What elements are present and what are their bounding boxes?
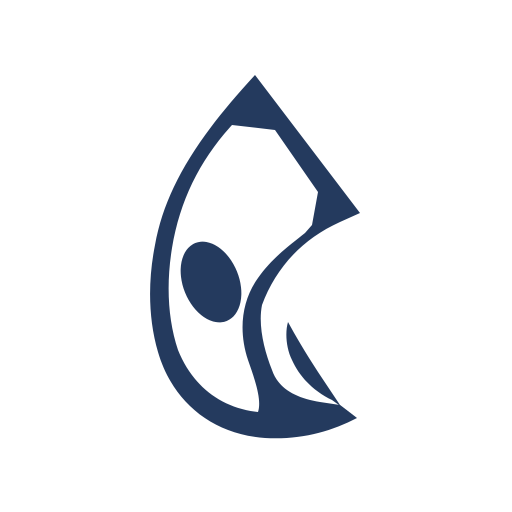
logo-canvas [0,0,512,512]
logo-eye-shape [180,241,242,323]
stylized-money-bill-logo-icon [150,75,360,439]
logo-outer-shape [150,75,360,439]
